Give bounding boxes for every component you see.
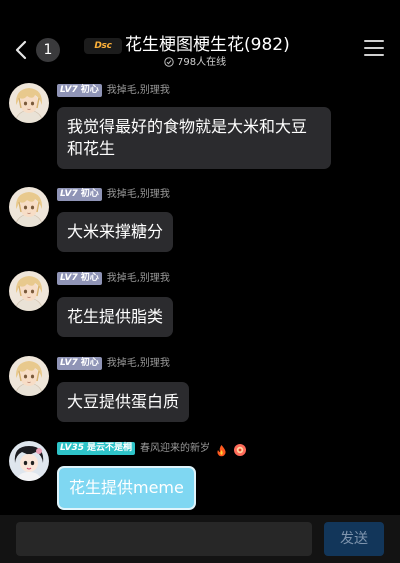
send-button[interactable]: 发送 — [324, 522, 384, 556]
level-badge: LV7 初心 — [57, 272, 102, 285]
flower-badge-icon — [233, 442, 247, 461]
chat-header: 1 Dsc one! 花生梗图梗生花(982) 798人在线 — [0, 0, 400, 78]
level-badge: LV7 初心 — [57, 84, 102, 97]
group-logo: Dsc one! — [84, 38, 122, 54]
avatar[interactable] — [9, 441, 49, 481]
level-badge: LV7 初心 — [57, 188, 102, 201]
fire-icon — [215, 442, 228, 461]
online-users-icon — [164, 57, 174, 67]
message-bubble[interactable]: 花生提供meme — [57, 466, 196, 510]
unread-count-badge: 1 — [36, 38, 60, 62]
message-input[interactable] — [16, 522, 312, 556]
avatar[interactable] — [9, 83, 49, 123]
group-title[interactable]: 花生梗图梗生花(982) — [125, 34, 290, 56]
message-meta: LV7 初心 我掉毛,别理我 — [57, 357, 170, 371]
chat-message: LV7 初心 我掉毛,别理我 大米来撑糖分 — [0, 187, 400, 257]
avatar[interactable] — [9, 271, 49, 311]
sender-name[interactable]: 春风迎来的新岁 — [140, 442, 210, 455]
back-button[interactable]: 1 — [10, 37, 60, 63]
message-meta: LV7 初心 我掉毛,别理我 — [57, 272, 170, 286]
message-bubble[interactable]: 我觉得最好的食物就是大米和大豆和花生 — [57, 107, 331, 169]
chat-message: LV7 初心 我掉毛,别理我 花生提供脂类 — [0, 271, 400, 341]
chat-message: LV7 初心 我掉毛,别理我 大豆提供蛋白质 — [0, 356, 400, 426]
sender-name[interactable]: 我掉毛,别理我 — [107, 84, 170, 97]
chat-message: LV7 初心 我掉毛,别理我 我觉得最好的食物就是大米和大豆和花生 — [0, 83, 400, 173]
online-count-text: 798人在线 — [177, 57, 227, 68]
sender-name[interactable]: 我掉毛,别理我 — [107, 272, 170, 285]
level-badge: LV35 是云不是桐 — [57, 442, 136, 455]
chat-message: LV35 是云不是桐 春风迎来的新岁 花生提供meme — [0, 441, 400, 510]
avatar[interactable] — [9, 187, 49, 227]
sender-name[interactable]: 我掉毛,别理我 — [107, 357, 170, 370]
online-count: 798人在线 — [164, 56, 226, 70]
avatar[interactable] — [9, 356, 49, 396]
message-bubble[interactable]: 大米来撑糖分 — [57, 212, 174, 252]
composer-bar: 发送 — [0, 515, 400, 563]
message-meta: LV35 是云不是桐 春风迎来的新岁 — [57, 442, 247, 457]
menu-icon[interactable] — [364, 40, 384, 58]
message-meta: LV7 初心 我掉毛,别理我 — [57, 188, 170, 202]
message-meta: LV7 初心 我掉毛,别理我 — [57, 84, 170, 98]
sender-name[interactable]: 我掉毛,别理我 — [107, 188, 170, 201]
message-bubble[interactable]: 大豆提供蛋白质 — [57, 382, 190, 422]
chevron-left-icon — [15, 40, 27, 60]
level-badge: LV7 初心 — [57, 357, 102, 370]
message-bubble[interactable]: 花生提供脂类 — [57, 297, 174, 337]
